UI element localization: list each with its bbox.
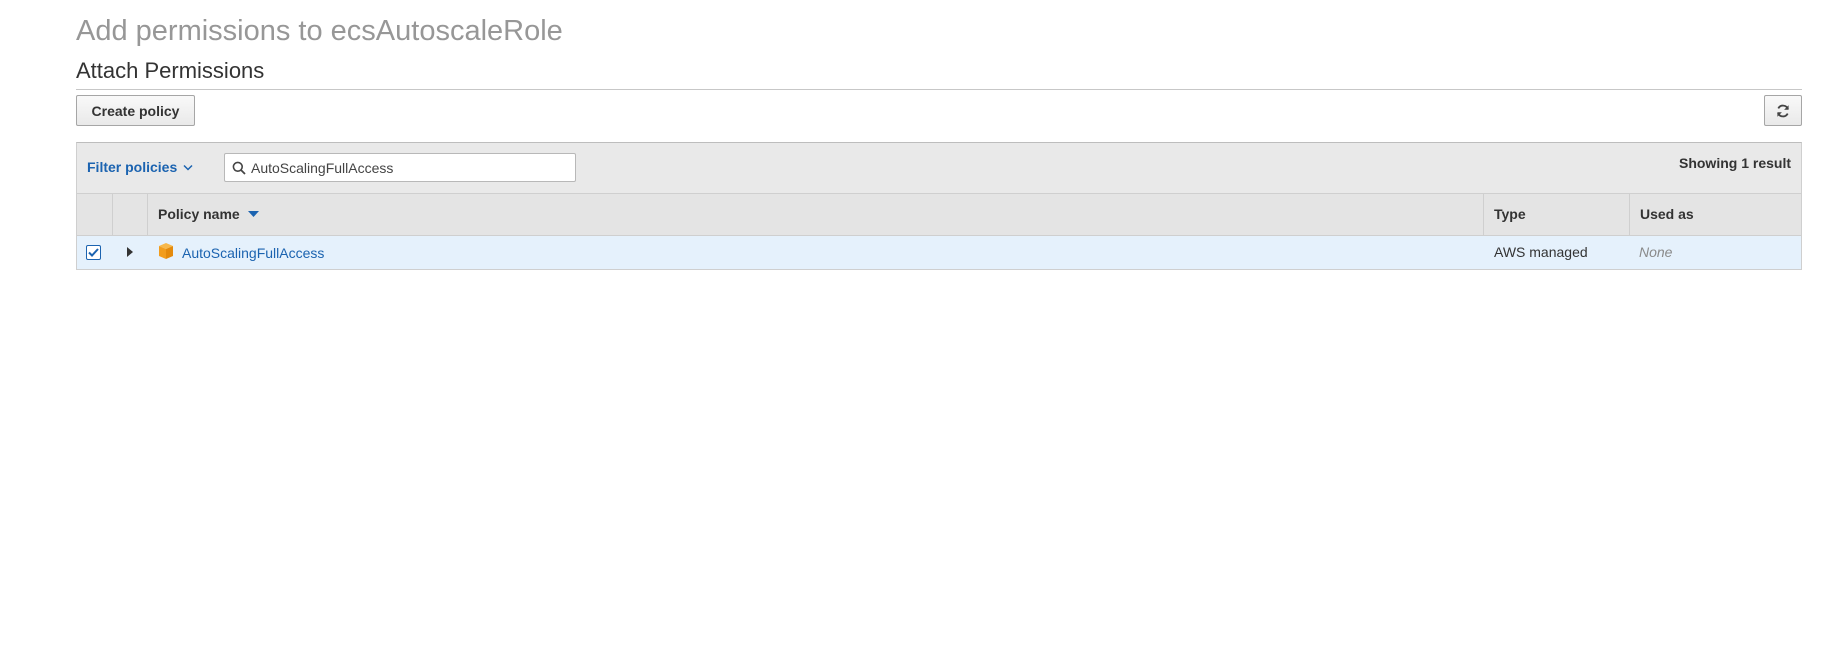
row-select-checkbox[interactable] <box>86 245 101 260</box>
checkmark-icon <box>88 248 99 257</box>
page-title: Add permissions to ecsAutoscaleRole <box>76 15 563 47</box>
expand-column-header <box>113 194 148 235</box>
column-header-policy-name[interactable]: Policy name <box>148 194 1484 235</box>
policies-table: Filter policies Showing 1 result Policy … <box>76 142 1802 270</box>
table-row[interactable]: AutoScalingFullAccess AWS managed None <box>77 236 1801 270</box>
section-divider <box>76 89 1802 90</box>
section-title: Attach Permissions <box>76 58 265 83</box>
table-header: Policy name Type Used as <box>77 194 1801 236</box>
policy-name-link[interactable]: AutoScalingFullAccess <box>182 245 324 261</box>
result-count: Showing 1 result <box>1678 155 1791 171</box>
column-header-type[interactable]: Type <box>1484 194 1630 235</box>
expand-row-icon[interactable] <box>127 247 133 257</box>
filter-policies-dropdown[interactable]: Filter policies <box>87 159 193 175</box>
refresh-button[interactable] <box>1764 95 1802 126</box>
policy-type: AWS managed <box>1494 244 1588 260</box>
column-label-type: Type <box>1494 206 1526 222</box>
column-label-policy-name: Policy name <box>158 206 240 222</box>
refresh-icon <box>1777 104 1789 117</box>
chevron-down-icon <box>183 164 193 171</box>
search-field[interactable] <box>224 153 576 182</box>
search-icon <box>232 161 246 175</box>
filter-policies-label: Filter policies <box>87 159 178 175</box>
package-icon <box>159 243 173 259</box>
select-column-header <box>77 194 113 235</box>
filter-bar: Filter policies Showing 1 result <box>77 143 1801 194</box>
policy-used-as: None <box>1639 244 1673 260</box>
search-input[interactable] <box>251 159 551 176</box>
column-header-used-as[interactable]: Used as <box>1630 194 1801 235</box>
column-label-used-as: Used as <box>1640 206 1694 222</box>
sort-descending-icon <box>247 211 259 217</box>
create-policy-button[interactable]: Create policy <box>76 95 195 126</box>
